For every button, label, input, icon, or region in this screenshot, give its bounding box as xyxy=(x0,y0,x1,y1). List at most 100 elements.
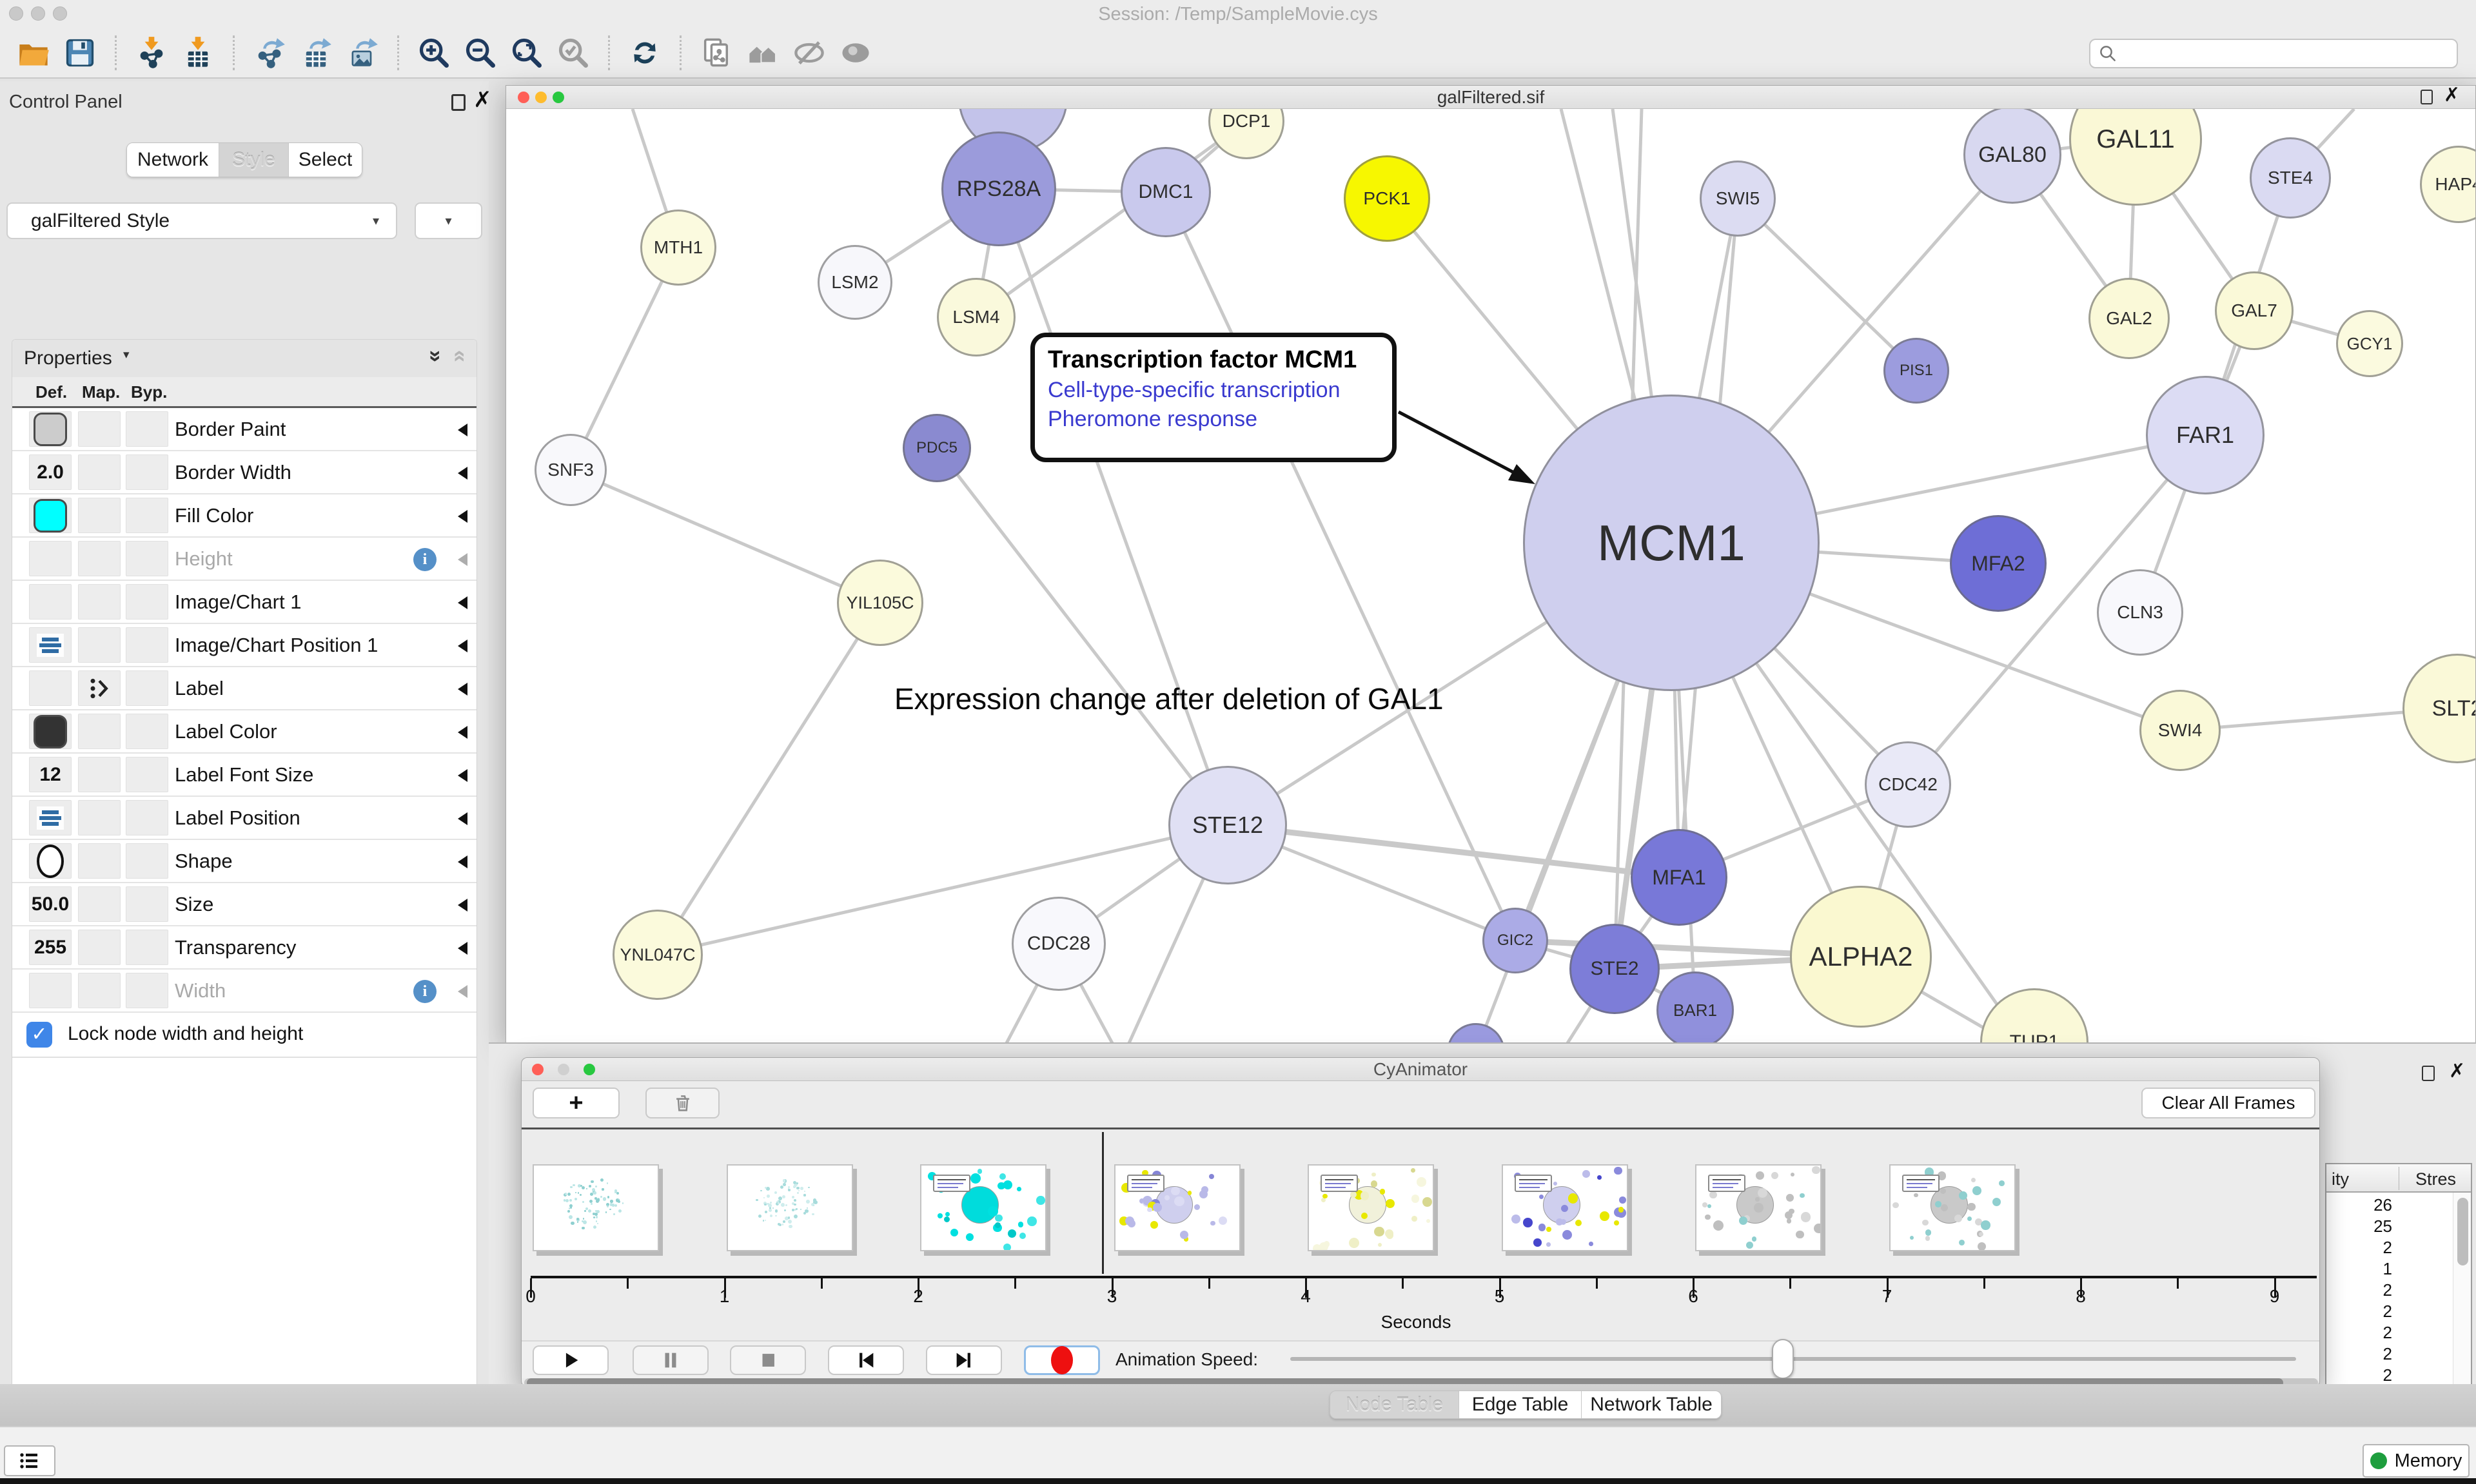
tab-style[interactable]: Style xyxy=(219,143,289,177)
info-icon[interactable]: i xyxy=(413,548,437,571)
property-row[interactable]: Fill Color xyxy=(12,494,477,538)
column-header-stress[interactable]: Stres xyxy=(2415,1169,2456,1189)
network-node-GAL7[interactable]: GAL7 xyxy=(2215,271,2294,350)
table-cell-value[interactable]: 2 xyxy=(2326,1365,2392,1385)
network-canvas[interactable]: RPS28BDCP1PCK1SWI5GAL80GAL11STE4HAP4RPS2… xyxy=(506,109,2475,1043)
timeline-playhead[interactable] xyxy=(1102,1132,1104,1274)
expand-arrow-icon[interactable] xyxy=(458,424,467,436)
stop-button[interactable] xyxy=(730,1345,806,1375)
default-value-cell[interactable]: 50.0 xyxy=(29,886,72,922)
animation-frame-1[interactable] xyxy=(727,1164,853,1251)
table-cell-value[interactable]: 2 xyxy=(2326,1238,2392,1258)
mapping-cell[interactable] xyxy=(78,454,121,490)
animation-frame-0[interactable] xyxy=(533,1164,659,1251)
expand-arrow-icon[interactable] xyxy=(458,553,467,566)
zoom-out-button[interactable] xyxy=(461,34,500,72)
lock-size-checkbox[interactable]: ✓ xyxy=(26,1022,52,1048)
bypass-cell[interactable] xyxy=(126,411,168,447)
hide-selected-button[interactable] xyxy=(790,34,829,72)
annotation-link[interactable]: Pheromone response xyxy=(1048,407,1379,432)
network-node-STE2[interactable]: STE2 xyxy=(1569,924,1660,1014)
property-row[interactable]: Shape xyxy=(12,840,477,883)
pause-button[interactable] xyxy=(633,1345,709,1375)
property-row[interactable]: Image/Chart Position 1 xyxy=(12,624,477,667)
network-node-GCY1[interactable]: GCY1 xyxy=(2336,310,2403,377)
speed-slider-thumb[interactable] xyxy=(1772,1339,1794,1379)
default-value-cell[interactable] xyxy=(29,973,72,1008)
show-all-button[interactable] xyxy=(836,34,875,72)
property-row[interactable]: 12Label Font Size xyxy=(12,754,477,797)
expand-arrow-icon[interactable] xyxy=(458,467,467,480)
property-row[interactable]: Label xyxy=(12,667,477,710)
tab-node-table[interactable]: Node Table xyxy=(1330,1391,1459,1418)
default-value-cell[interactable]: 2.0 xyxy=(29,454,72,490)
animation-frame-3[interactable] xyxy=(1114,1164,1241,1251)
expand-arrow-icon[interactable] xyxy=(458,942,467,955)
table-cell-value[interactable]: 2 xyxy=(2326,1280,2392,1300)
bypass-cell[interactable] xyxy=(126,800,168,835)
property-row[interactable]: Image/Chart 1 xyxy=(12,581,477,624)
network-node-MTH1[interactable]: MTH1 xyxy=(640,210,716,286)
network-node-FAR1[interactable]: FAR1 xyxy=(2146,376,2265,494)
bypass-cell[interactable] xyxy=(126,498,168,533)
expand-arrow-icon[interactable] xyxy=(458,639,467,652)
default-value-cell[interactable] xyxy=(29,411,72,447)
default-value-cell[interactable] xyxy=(29,800,72,835)
network-window-titlebar[interactable]: galFiltered.sif ✗ xyxy=(506,86,2475,109)
network-node-PIS1[interactable]: PIS1 xyxy=(1883,338,1949,404)
column-header-ity[interactable]: ity xyxy=(2332,1169,2349,1189)
tab-edge-table[interactable]: Edge Table xyxy=(1459,1391,1582,1418)
skip-to-start-button[interactable] xyxy=(828,1345,904,1375)
info-icon[interactable]: i xyxy=(413,980,437,1003)
delete-frame-button[interactable] xyxy=(645,1088,720,1118)
network-node-SWI5[interactable]: SWI5 xyxy=(1700,161,1776,237)
bypass-cell[interactable] xyxy=(126,757,168,792)
expand-arrow-icon[interactable] xyxy=(458,812,467,825)
table-cell-value[interactable]: 1 xyxy=(2326,1259,2392,1279)
annotation-box[interactable]: Transcription factor MCM1 Cell-type-spec… xyxy=(1030,333,1397,462)
table-cell-value[interactable]: 2 xyxy=(2326,1344,2392,1364)
mapping-cell[interactable] xyxy=(78,498,121,533)
property-row[interactable]: 2.0Border Width xyxy=(12,451,477,494)
animation-frame-6[interactable] xyxy=(1695,1164,1822,1251)
control-panel-close-button[interactable]: ✗ xyxy=(473,92,492,108)
bypass-cell[interactable] xyxy=(126,627,168,663)
cyanimator-timeline[interactable]: 0123456789 Seconds xyxy=(522,1129,2319,1340)
network-node-SNF3[interactable]: SNF3 xyxy=(535,434,607,506)
network-node-CDC28[interactable]: CDC28 xyxy=(1012,897,1106,991)
show-panels-button[interactable] xyxy=(4,1445,55,1476)
chevron-down-icon[interactable]: ▾ xyxy=(123,347,130,362)
bypass-cell[interactable] xyxy=(126,930,168,965)
bypass-cell[interactable] xyxy=(126,886,168,922)
network-node-RPS28A[interactable]: RPS28A xyxy=(941,132,1056,246)
network-node-STE12[interactable]: STE12 xyxy=(1168,766,1287,884)
expand-arrow-icon[interactable] xyxy=(458,726,467,739)
mapping-cell[interactable] xyxy=(78,541,121,576)
default-value-cell[interactable] xyxy=(29,714,72,749)
skip-to-end-button[interactable] xyxy=(926,1345,1002,1375)
property-row[interactable]: Heighti xyxy=(12,538,477,581)
table-cell-value[interactable]: 25 xyxy=(2326,1216,2392,1236)
zoom-in-button[interactable] xyxy=(415,34,453,72)
expand-arrow-icon[interactable] xyxy=(458,855,467,868)
bypass-cell[interactable] xyxy=(126,541,168,576)
network-node-CLN3[interactable]: CLN3 xyxy=(2097,569,2183,656)
default-value-cell[interactable] xyxy=(29,541,72,576)
property-row[interactable]: Label Color xyxy=(12,710,477,754)
expand-all-icon[interactable]: » xyxy=(423,350,448,362)
duplicate-network-button[interactable] xyxy=(697,34,736,72)
bypass-cell[interactable] xyxy=(126,584,168,620)
tab-network[interactable]: Network xyxy=(127,143,219,177)
network-close-x-button[interactable]: ✗ xyxy=(2444,87,2460,104)
tab-select[interactable]: Select xyxy=(289,143,362,177)
expand-arrow-icon[interactable] xyxy=(458,769,467,782)
style-options-button[interactable]: ▾ xyxy=(415,202,482,239)
clear-all-frames-button[interactable]: Clear All Frames xyxy=(2141,1088,2315,1118)
open-session-button[interactable] xyxy=(14,34,53,72)
property-row[interactable]: 50.0Size xyxy=(12,883,477,926)
animation-frame-4[interactable] xyxy=(1308,1164,1434,1251)
refresh-button[interactable] xyxy=(625,34,664,72)
table-panel-float-button[interactable] xyxy=(2422,1066,2435,1081)
default-value-cell[interactable] xyxy=(29,627,72,663)
default-value-cell[interactable] xyxy=(29,584,72,620)
